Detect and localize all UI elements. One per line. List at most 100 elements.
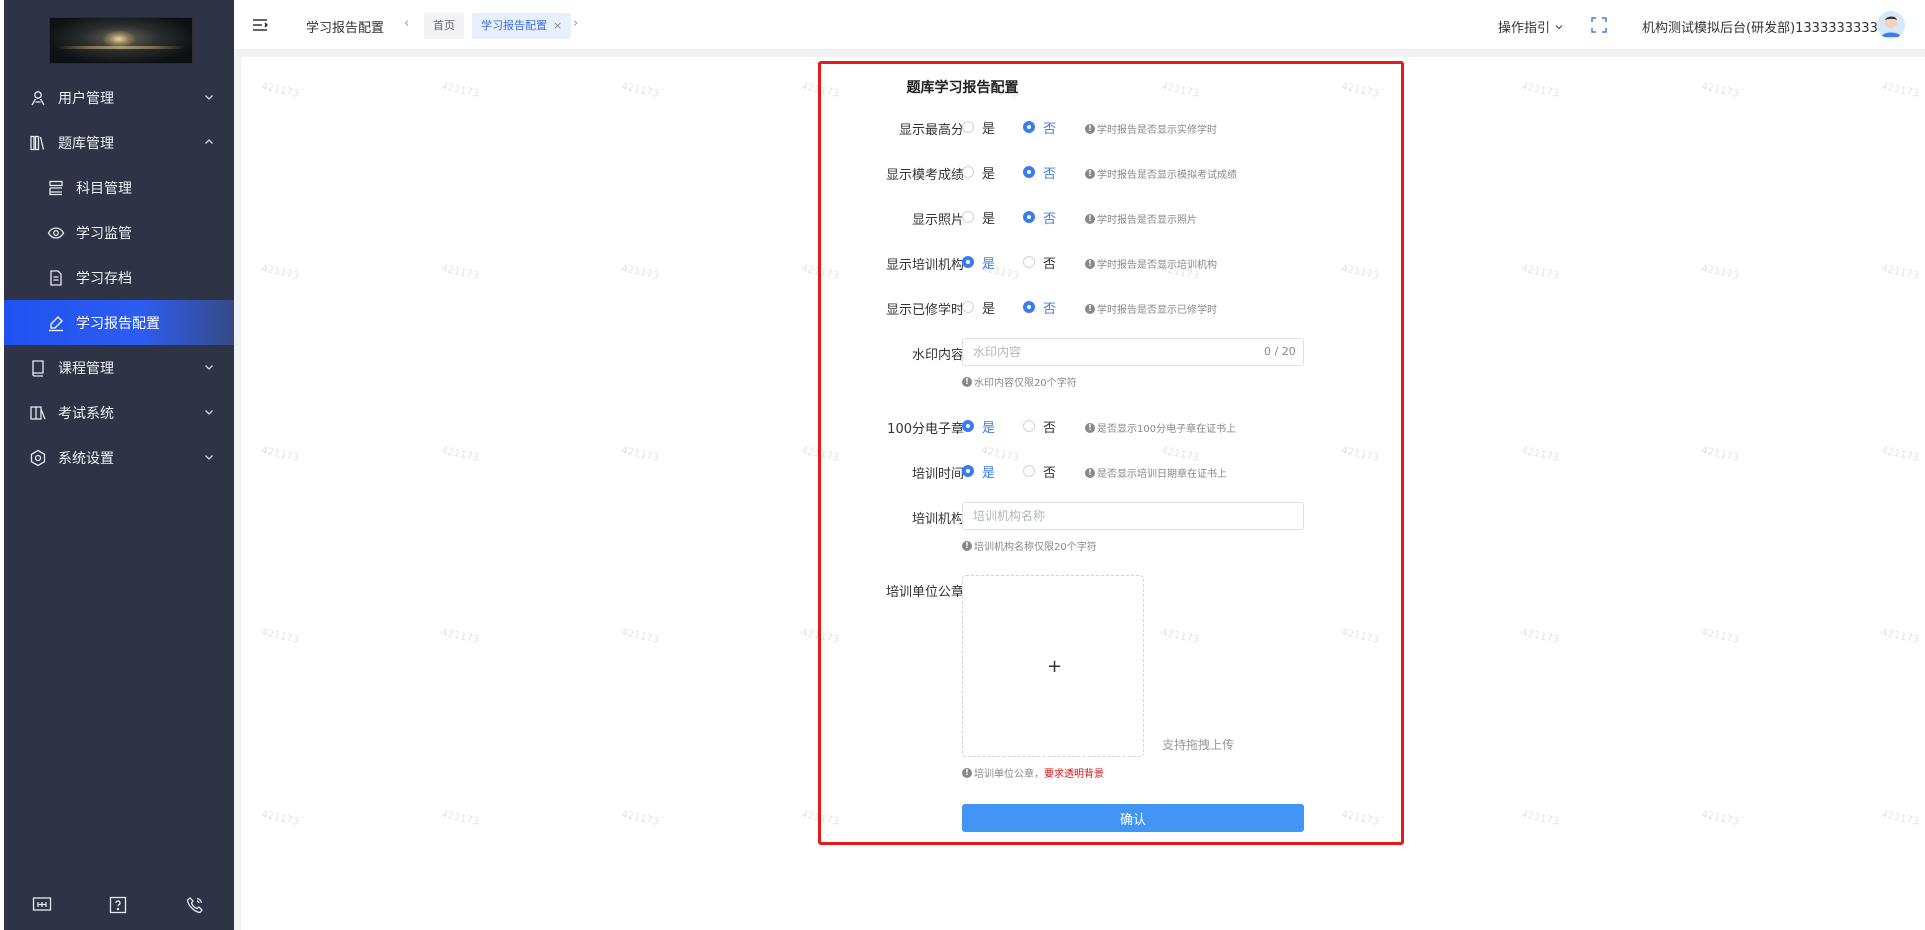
radio-no[interactable]: 否 — [1023, 254, 1056, 272]
watermark-text: 421173 — [260, 627, 300, 646]
collapse-menu-icon[interactable] — [252, 17, 269, 33]
brand-logo[interactable] — [49, 17, 193, 64]
eye-icon — [46, 223, 66, 243]
chevron-down-icon — [1555, 25, 1563, 30]
training-org-input[interactable] — [962, 502, 1304, 530]
tabs-scroll-left-icon[interactable]: ‹ — [404, 16, 409, 31]
tab-close-icon[interactable]: × — [553, 19, 562, 32]
confirm-button[interactable]: 确认 — [962, 804, 1304, 832]
hint-text: 学时报告是否显示已修学时 — [1097, 305, 1217, 316]
menu-label: 课程管理 — [58, 360, 114, 377]
tab-label: 学习报告配置 — [481, 19, 547, 32]
radio-yes[interactable]: 是 — [962, 254, 995, 272]
field-label: 培训时间 — [911, 467, 964, 482]
info-icon: ! — [962, 767, 972, 778]
watermark-text: 421173 — [1880, 627, 1920, 646]
tabs-scroll-right-icon[interactable]: › — [573, 16, 578, 31]
menu-question-bank[interactable]: 题库管理 — [4, 120, 234, 165]
edit-icon — [46, 313, 66, 333]
field-hint: ! 是否显示100分电子章在证书上 — [1085, 420, 1236, 435]
radio-no[interactable]: 否 — [1023, 164, 1057, 182]
training-org-hint: ! 培训机构名称仅限20个字符 — [962, 538, 1097, 553]
hint-text: 水印内容仅限20个字符 — [974, 378, 1077, 389]
watermark-text: 421173 — [1880, 809, 1920, 828]
radio-circle — [962, 301, 974, 313]
info-icon: ! — [1085, 123, 1095, 134]
radio-circle — [1023, 166, 1035, 178]
page-title: 学习报告配置 — [306, 21, 385, 36]
drag-upload-text: 支持拖拽上传 — [1162, 738, 1235, 752]
row-show-photo: 显示照片 是 否 ! 学时报告是否显示照片 — [818, 207, 1404, 228]
screen-icon[interactable] — [31, 894, 53, 916]
field-label: 培训单位公章 — [885, 585, 964, 600]
info-icon: ! — [1085, 422, 1095, 433]
menu-subject-management[interactable]: 科目管理 — [4, 165, 234, 210]
menu-study-report-config[interactable]: 学习报告配置 — [4, 300, 234, 345]
radio-no[interactable]: 否 — [1023, 418, 1057, 436]
radio-no[interactable]: 否 — [1023, 463, 1056, 481]
menu-study-archive[interactable]: 学习存档 — [4, 255, 234, 300]
fullscreen-icon[interactable] — [1591, 17, 1607, 33]
row-training-time: 培训时间 是 否 ! 是否显示培训日期章在证书上 — [818, 461, 1404, 482]
radio-label: 是 — [982, 166, 996, 182]
chevron-down-icon — [205, 365, 213, 370]
info-icon: ! — [1085, 258, 1095, 269]
book-icon — [28, 358, 48, 378]
user-name[interactable]: 机构测试模拟后台(研发部)1333333333 — [1642, 17, 1878, 36]
radio-label: 是 — [982, 420, 996, 436]
watermark-text: 421173 — [440, 627, 480, 646]
radio-label: 是 — [982, 301, 996, 317]
field-hint: ! 学时报告是否显示照片 — [1085, 211, 1197, 226]
app-root: 用户管理 题库管理 科目管理 学习监管 学习存档 学习报告配置 课程管理 考试系… — [0, 0, 1925, 930]
char-counter: 0 / 20 — [1264, 345, 1296, 358]
radio-yes[interactable]: 是 — [962, 299, 996, 317]
radio-circle — [1023, 420, 1035, 432]
radio-yes[interactable]: 是 — [962, 164, 996, 182]
row-show-mock-score: 显示模考成绩 是 否 ! 学时报告是否显示模拟考试成绩 — [818, 162, 1404, 183]
menu-course-management[interactable]: 课程管理 — [4, 345, 234, 390]
row-show-completed-hours: 显示已修学时 是 否 ! 学时报告是否显示已修学时 — [818, 297, 1404, 318]
tab-home[interactable]: 首页 — [424, 13, 464, 39]
radio-circle — [962, 121, 974, 133]
row-100-stamp: 100分电子章 是 否 ! 是否显示100分电子章在证书上 — [818, 416, 1404, 437]
hint-text: 学时报告是否显示实修学时 — [1097, 125, 1217, 136]
field-hint: ! 是否显示培训日期章在证书上 — [1085, 465, 1227, 480]
menu-label: 系统设置 — [58, 450, 114, 467]
field-label: 显示照片 — [911, 213, 964, 228]
sidebar: 用户管理 题库管理 科目管理 学习监管 学习存档 学习报告配置 课程管理 考试系… — [4, 0, 234, 930]
tab-label: 首页 — [433, 19, 455, 32]
radio-circle — [1023, 256, 1035, 268]
hint-text: 培训机构名称仅限20个字符 — [974, 542, 1097, 553]
radio-label: 否 — [1043, 166, 1057, 182]
menu-exam-system[interactable]: 考试系统 — [4, 390, 234, 435]
hint-warning-text: 要求透明背景 — [1044, 769, 1104, 780]
help-icon[interactable] — [107, 894, 129, 916]
radio-label: 否 — [1043, 301, 1057, 317]
tab-study-report-config[interactable]: 学习报告配置 × — [472, 13, 572, 39]
radio-yes[interactable]: 是 — [962, 119, 995, 137]
radio-circle — [1023, 121, 1035, 133]
radio-label: 否 — [1043, 420, 1057, 436]
hint-text: 学时报告是否显示照片 — [1097, 215, 1197, 226]
seal-upload-area[interactable]: + — [962, 575, 1144, 757]
guide-dropdown[interactable]: 操作指引 — [1498, 17, 1564, 36]
watermark-text: 421173 — [1700, 445, 1740, 464]
menu-system-settings[interactable]: 系统设置 — [4, 435, 234, 480]
plus-icon: + — [1047, 656, 1063, 677]
watermark-input[interactable] — [962, 338, 1304, 366]
radio-yes[interactable]: 是 — [962, 209, 995, 227]
list-icon — [46, 178, 66, 198]
user-avatar[interactable] — [1877, 11, 1905, 39]
radio-yes[interactable]: 是 — [962, 463, 995, 481]
watermark-text: 421173 — [260, 263, 300, 282]
radio-yes[interactable]: 是 — [962, 418, 996, 436]
exam-icon — [28, 403, 48, 423]
radio-no[interactable]: 否 — [1023, 119, 1056, 137]
watermark-hint: ! 水印内容仅限20个字符 — [962, 374, 1077, 389]
menu-study-monitor[interactable]: 学习监管 — [4, 210, 234, 255]
radio-no[interactable]: 否 — [1023, 299, 1057, 317]
radio-no[interactable]: 否 — [1023, 209, 1056, 227]
hint-text: 学时报告是否显示培训机构 — [1097, 260, 1217, 271]
phone-icon[interactable] — [184, 894, 206, 916]
watermark-text: 421173 — [260, 445, 300, 464]
